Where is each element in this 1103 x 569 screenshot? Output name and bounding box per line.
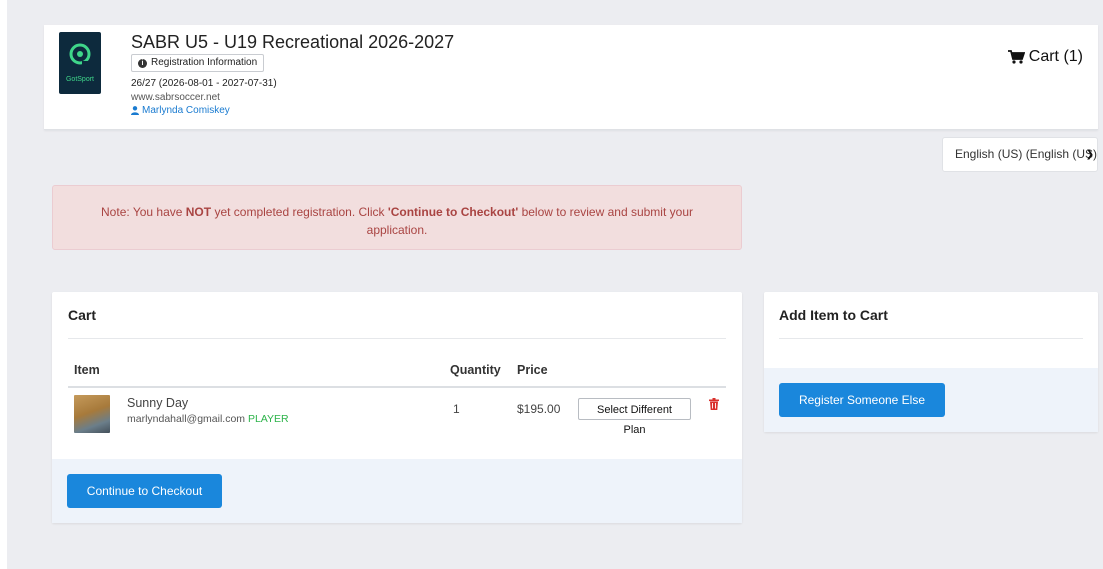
info-icon: i xyxy=(138,58,147,68)
event-header: GotSport SABR U5 - U19 Recreational 2026… xyxy=(44,25,1098,130)
trash-icon[interactable] xyxy=(709,398,719,410)
registration-information-button[interactable]: i Registration Information xyxy=(131,54,265,72)
column-header-item: Item xyxy=(74,363,100,377)
alert-middle: yet completed registration. Click xyxy=(211,205,388,219)
table-header-line xyxy=(68,386,726,388)
gotsport-logo: GotSport xyxy=(59,32,101,94)
language-selected-value: English (US) (English (US)) xyxy=(955,147,1098,161)
select-different-plan-button[interactable]: Select Different Plan xyxy=(578,398,691,436)
continue-to-checkout-button[interactable]: Continue to Checkout xyxy=(67,474,222,508)
language-select[interactable]: English (US) (English (US)) ❯ xyxy=(942,137,1098,172)
shopping-cart-icon xyxy=(1007,50,1025,64)
user-name: Marlynda Comiskey xyxy=(142,105,230,116)
add-item-title: Add Item to Cart xyxy=(779,307,888,323)
cart-link[interactable]: Cart (1) xyxy=(1007,48,1083,66)
column-header-quantity: Quantity xyxy=(450,363,501,377)
item-quantity: 1 xyxy=(453,402,460,416)
registration-information-label: Registration Information xyxy=(151,57,258,68)
cart-title: Cart xyxy=(68,307,97,323)
add-item-panel: Add Item to Cart Register Someone Else xyxy=(764,292,1098,432)
event-title: SABR U5 - U19 Recreational 2026-2027 xyxy=(131,32,455,52)
logo-text: GotSport xyxy=(65,76,94,83)
registration-warning-alert: Note: You have NOT yet completed registr… xyxy=(52,185,742,250)
column-header-price: Price xyxy=(517,363,548,377)
user-icon xyxy=(131,106,139,115)
player-email-role: marlyndahall@gmail.com PLAYER xyxy=(127,413,289,425)
add-item-divider xyxy=(779,338,1083,339)
player-email: marlyndahall@gmail.com xyxy=(127,413,246,425)
website-text: www.sabrsoccer.net xyxy=(131,92,220,103)
item-price: $195.00 xyxy=(517,402,561,416)
player-role-badge: PLAYER xyxy=(247,413,289,425)
player-photo xyxy=(74,395,110,433)
cart-divider xyxy=(68,338,726,339)
alert-action: 'Continue to Checkout' xyxy=(387,205,519,219)
alert-emphasis: NOT xyxy=(185,205,212,219)
player-name: Sunny Day xyxy=(127,396,189,410)
cart-panel: Cart Item Quantity Price Sunny Day marly… xyxy=(52,292,742,523)
alert-prefix: Note: You have xyxy=(101,205,186,219)
register-someone-else-button[interactable]: Register Someone Else xyxy=(779,383,945,417)
user-profile-link[interactable]: Marlynda Comiskey xyxy=(131,105,230,116)
cart-label: Cart (1) xyxy=(1028,48,1083,65)
gotsport-logo-icon xyxy=(69,43,91,65)
chevron-down-icon: ❯ xyxy=(1085,149,1094,160)
page-background: GotSport SABR U5 - U19 Recreational 2026… xyxy=(7,0,1103,569)
season-dates: 26/27 (2026-08-01 - 2027-07-31) xyxy=(131,78,277,89)
